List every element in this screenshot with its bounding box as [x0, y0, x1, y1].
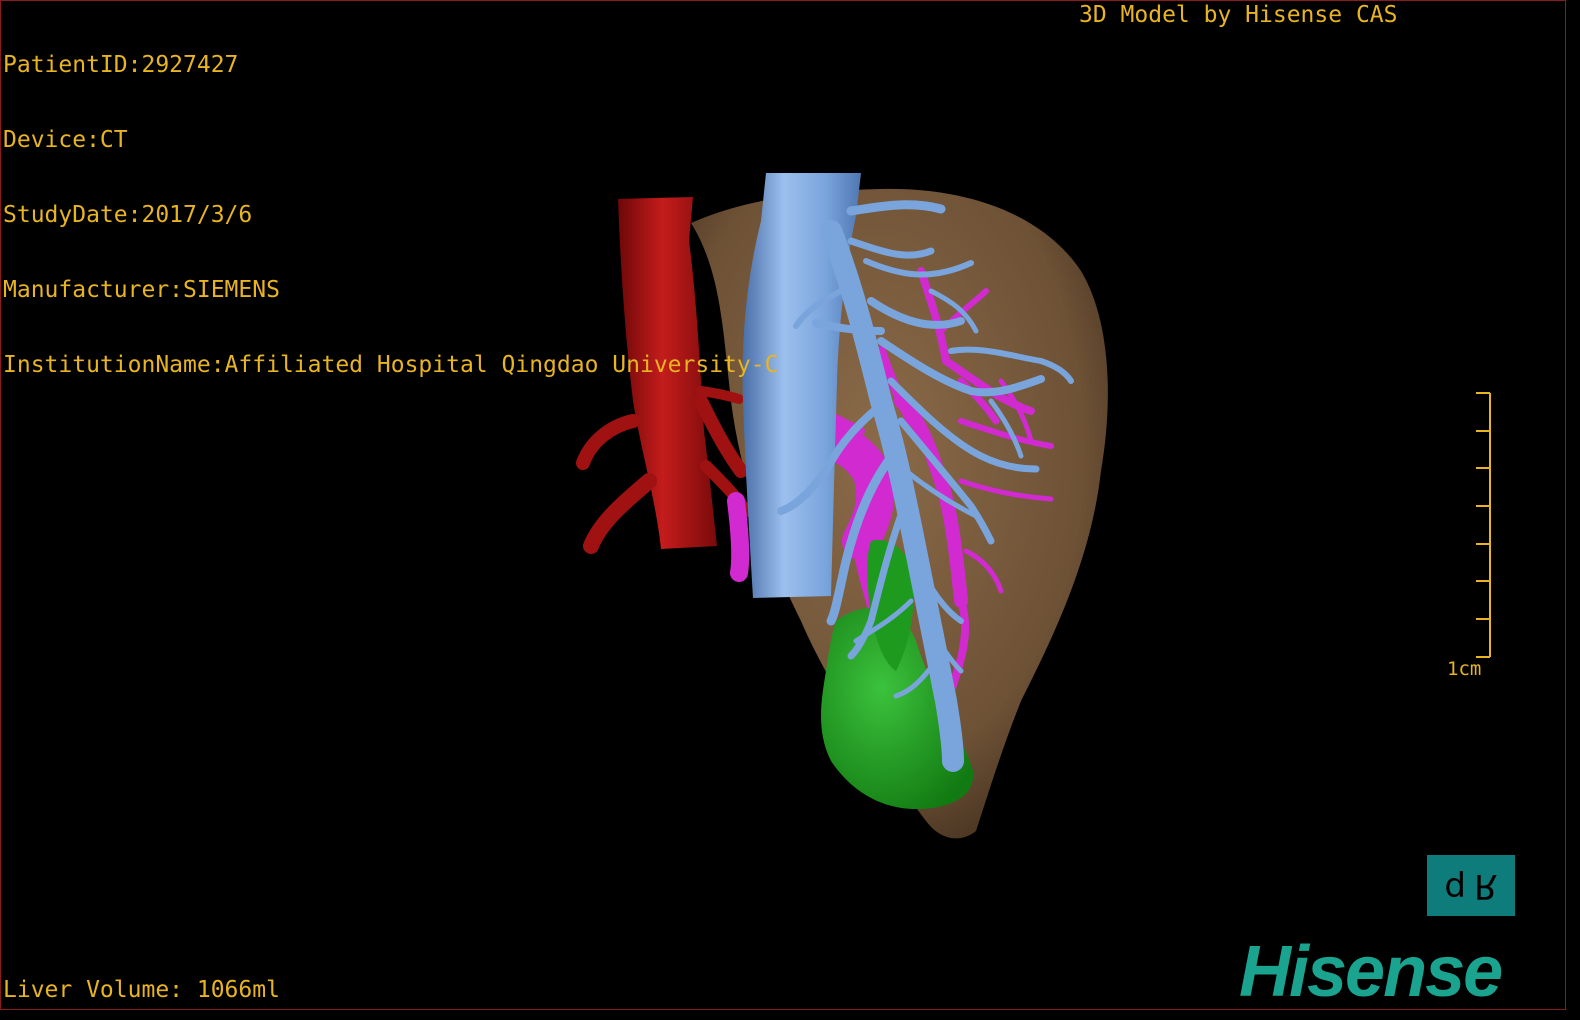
liver-volume: Liver Volume: 1066ml: [3, 977, 280, 1003]
patient-id: PatientID:2927427: [3, 52, 239, 78]
orientation-glyph-right: R: [1473, 865, 1498, 906]
manufacturer: Manufacturer:SIEMENS: [3, 277, 280, 303]
device: Device:CT: [3, 127, 128, 153]
model-credit: 3D Model by Hisense CAS: [1079, 2, 1398, 28]
orientation-cube[interactable]: d R: [1427, 855, 1515, 916]
institution-name: InstitutionName:Affiliated Hospital Qing…: [3, 352, 779, 378]
hisense-logo: Hisense: [1239, 932, 1503, 1010]
scale-bar-label: 1cm: [1447, 658, 1482, 680]
3d-viewport[interactable]: PatientID:2927427 Device:CT StudyDate:20…: [0, 0, 1566, 1010]
orientation-glyph-left: d: [1444, 865, 1466, 906]
study-date: StudyDate:2017/3/6: [3, 202, 253, 228]
patient-info-overlay: PatientID:2927427 Device:CT StudyDate:20…: [3, 3, 778, 428]
scale-bar: [1476, 392, 1491, 658]
